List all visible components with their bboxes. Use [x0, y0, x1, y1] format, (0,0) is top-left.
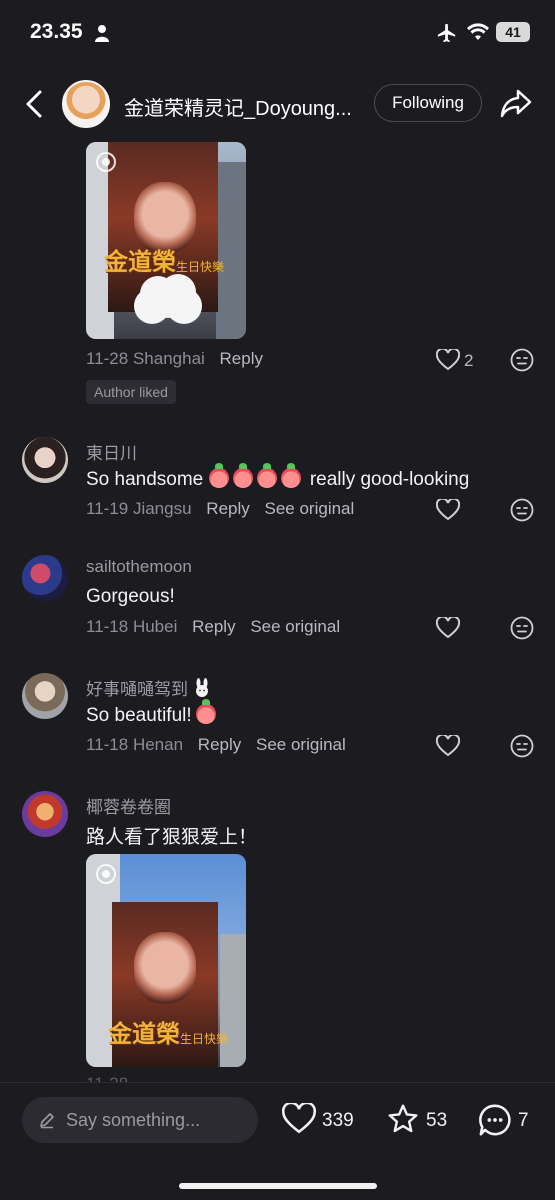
- comment-photo[interactable]: 金道榮 生日快樂: [86, 142, 246, 339]
- back-icon[interactable]: [20, 88, 48, 120]
- live-photo-icon: [96, 864, 116, 884]
- comment-text-part: really good-looking: [309, 469, 470, 490]
- like-count: 2: [464, 351, 474, 370]
- comment-date: 11-28: [86, 349, 129, 368]
- comment-photo[interactable]: 金道榮 生日快樂: [86, 854, 246, 1067]
- comment-meta: 11-19 Jiangsu Reply See original: [86, 499, 354, 519]
- bunny-emoji: [196, 678, 208, 697]
- comment-bubble-icon[interactable]: [478, 1103, 512, 1137]
- comment-text: Gorgeous!: [86, 586, 175, 607]
- peach-emoji: [256, 463, 277, 488]
- comment-date: 11-19: [86, 499, 129, 518]
- peach-emoji-row: [208, 463, 305, 490]
- following-button[interactable]: Following: [374, 84, 482, 122]
- heart-icon[interactable]: [436, 735, 460, 757]
- bottom-action-bar: Say something... 339 53 7: [0, 1082, 555, 1200]
- pencil-icon: [40, 1113, 54, 1129]
- comment-text: 路人看了狠狠爱上！: [86, 827, 258, 848]
- status-bar: 23.35 41: [0, 0, 555, 66]
- heart-icon[interactable]: [436, 617, 460, 639]
- comment-location: Henan: [132, 735, 184, 754]
- favorites-count: 53: [426, 1110, 448, 1131]
- comment-location: Jiangsu: [132, 499, 192, 518]
- comment-input[interactable]: Say something...: [22, 1097, 258, 1143]
- comment-text: So handsome really good-looking: [86, 463, 470, 491]
- emoji-react-icon[interactable]: [510, 348, 534, 372]
- author-name[interactable]: 金道荣精灵记_Doyoung...: [124, 92, 360, 121]
- comment-text-part: So handsome: [86, 469, 204, 490]
- commenter-name[interactable]: sailtothemoon: [86, 557, 192, 577]
- comment-meta: 11-18 Henan Reply See original: [86, 735, 346, 755]
- home-indicator: [179, 1183, 377, 1189]
- person-icon: [95, 25, 109, 42]
- see-original-link[interactable]: See original: [256, 735, 346, 754]
- comment-meta: 11-18 Hubei Reply See original: [86, 617, 340, 637]
- reply-link[interactable]: Reply: [220, 349, 263, 368]
- peach-emoji: [280, 463, 301, 488]
- commenter-avatar[interactable]: [22, 555, 68, 601]
- peach-emoji: [232, 463, 253, 488]
- commenter-name[interactable]: 椰蓉卷卷圈: [86, 793, 171, 818]
- comment-location: Shanghai: [132, 349, 205, 368]
- billboard-subtitle: 生日快樂: [176, 260, 225, 274]
- see-original-link[interactable]: See original: [265, 499, 355, 518]
- comment-text-part: So beautiful!: [86, 705, 192, 726]
- commenter-name-text: 好事嗵嗵驾到: [86, 680, 188, 699]
- wifi-icon: [467, 23, 489, 40]
- billboard-subtitle: 生日快樂: [180, 1032, 229, 1046]
- star-icon[interactable]: [386, 1103, 420, 1135]
- airplane-icon: [437, 23, 456, 43]
- comment-meta: 11-28 Shanghai Reply: [86, 349, 263, 369]
- comment-location: Hubei: [132, 617, 178, 636]
- see-original-link[interactable]: See original: [250, 617, 340, 636]
- heart-icon[interactable]: [436, 349, 460, 371]
- comments-count: 7: [518, 1110, 529, 1131]
- commenter-avatar[interactable]: [22, 437, 68, 483]
- live-photo-icon: [96, 152, 116, 172]
- likes-count: 339: [322, 1110, 354, 1131]
- share-icon[interactable]: [500, 88, 532, 118]
- comment-text: So beautiful!: [86, 699, 220, 727]
- commenter-avatar[interactable]: [22, 791, 68, 837]
- emoji-react-icon[interactable]: [510, 734, 534, 758]
- author-liked-badge: Author liked: [86, 380, 176, 404]
- comment-date: 11-18: [86, 617, 129, 636]
- emoji-react-icon[interactable]: [510, 616, 534, 640]
- commenter-name[interactable]: 東日川: [86, 439, 137, 464]
- peach-emoji: [195, 699, 216, 724]
- comment-input-placeholder: Say something...: [66, 1110, 201, 1130]
- plush-toy: [150, 282, 186, 318]
- commenter-name[interactable]: 好事嗵嗵驾到: [86, 675, 212, 700]
- author-avatar[interactable]: [62, 80, 110, 128]
- status-time: 23.35: [30, 20, 83, 43]
- heart-icon[interactable]: [282, 1103, 316, 1135]
- reply-link[interactable]: Reply: [198, 735, 241, 754]
- reply-link[interactable]: Reply: [192, 617, 235, 636]
- commenter-avatar[interactable]: [22, 673, 68, 719]
- post-header: 金道荣精灵记_Doyoung... Following: [0, 72, 555, 136]
- emoji-react-icon[interactable]: [510, 498, 534, 522]
- battery-indicator: 41: [496, 22, 530, 42]
- billboard-title: 金道榮: [108, 1019, 180, 1048]
- heart-icon[interactable]: [436, 499, 460, 521]
- peach-emoji: [208, 463, 229, 488]
- comment-date: 11-18: [86, 735, 129, 754]
- reply-link[interactable]: Reply: [206, 499, 249, 518]
- billboard-title: 金道榮: [104, 247, 176, 276]
